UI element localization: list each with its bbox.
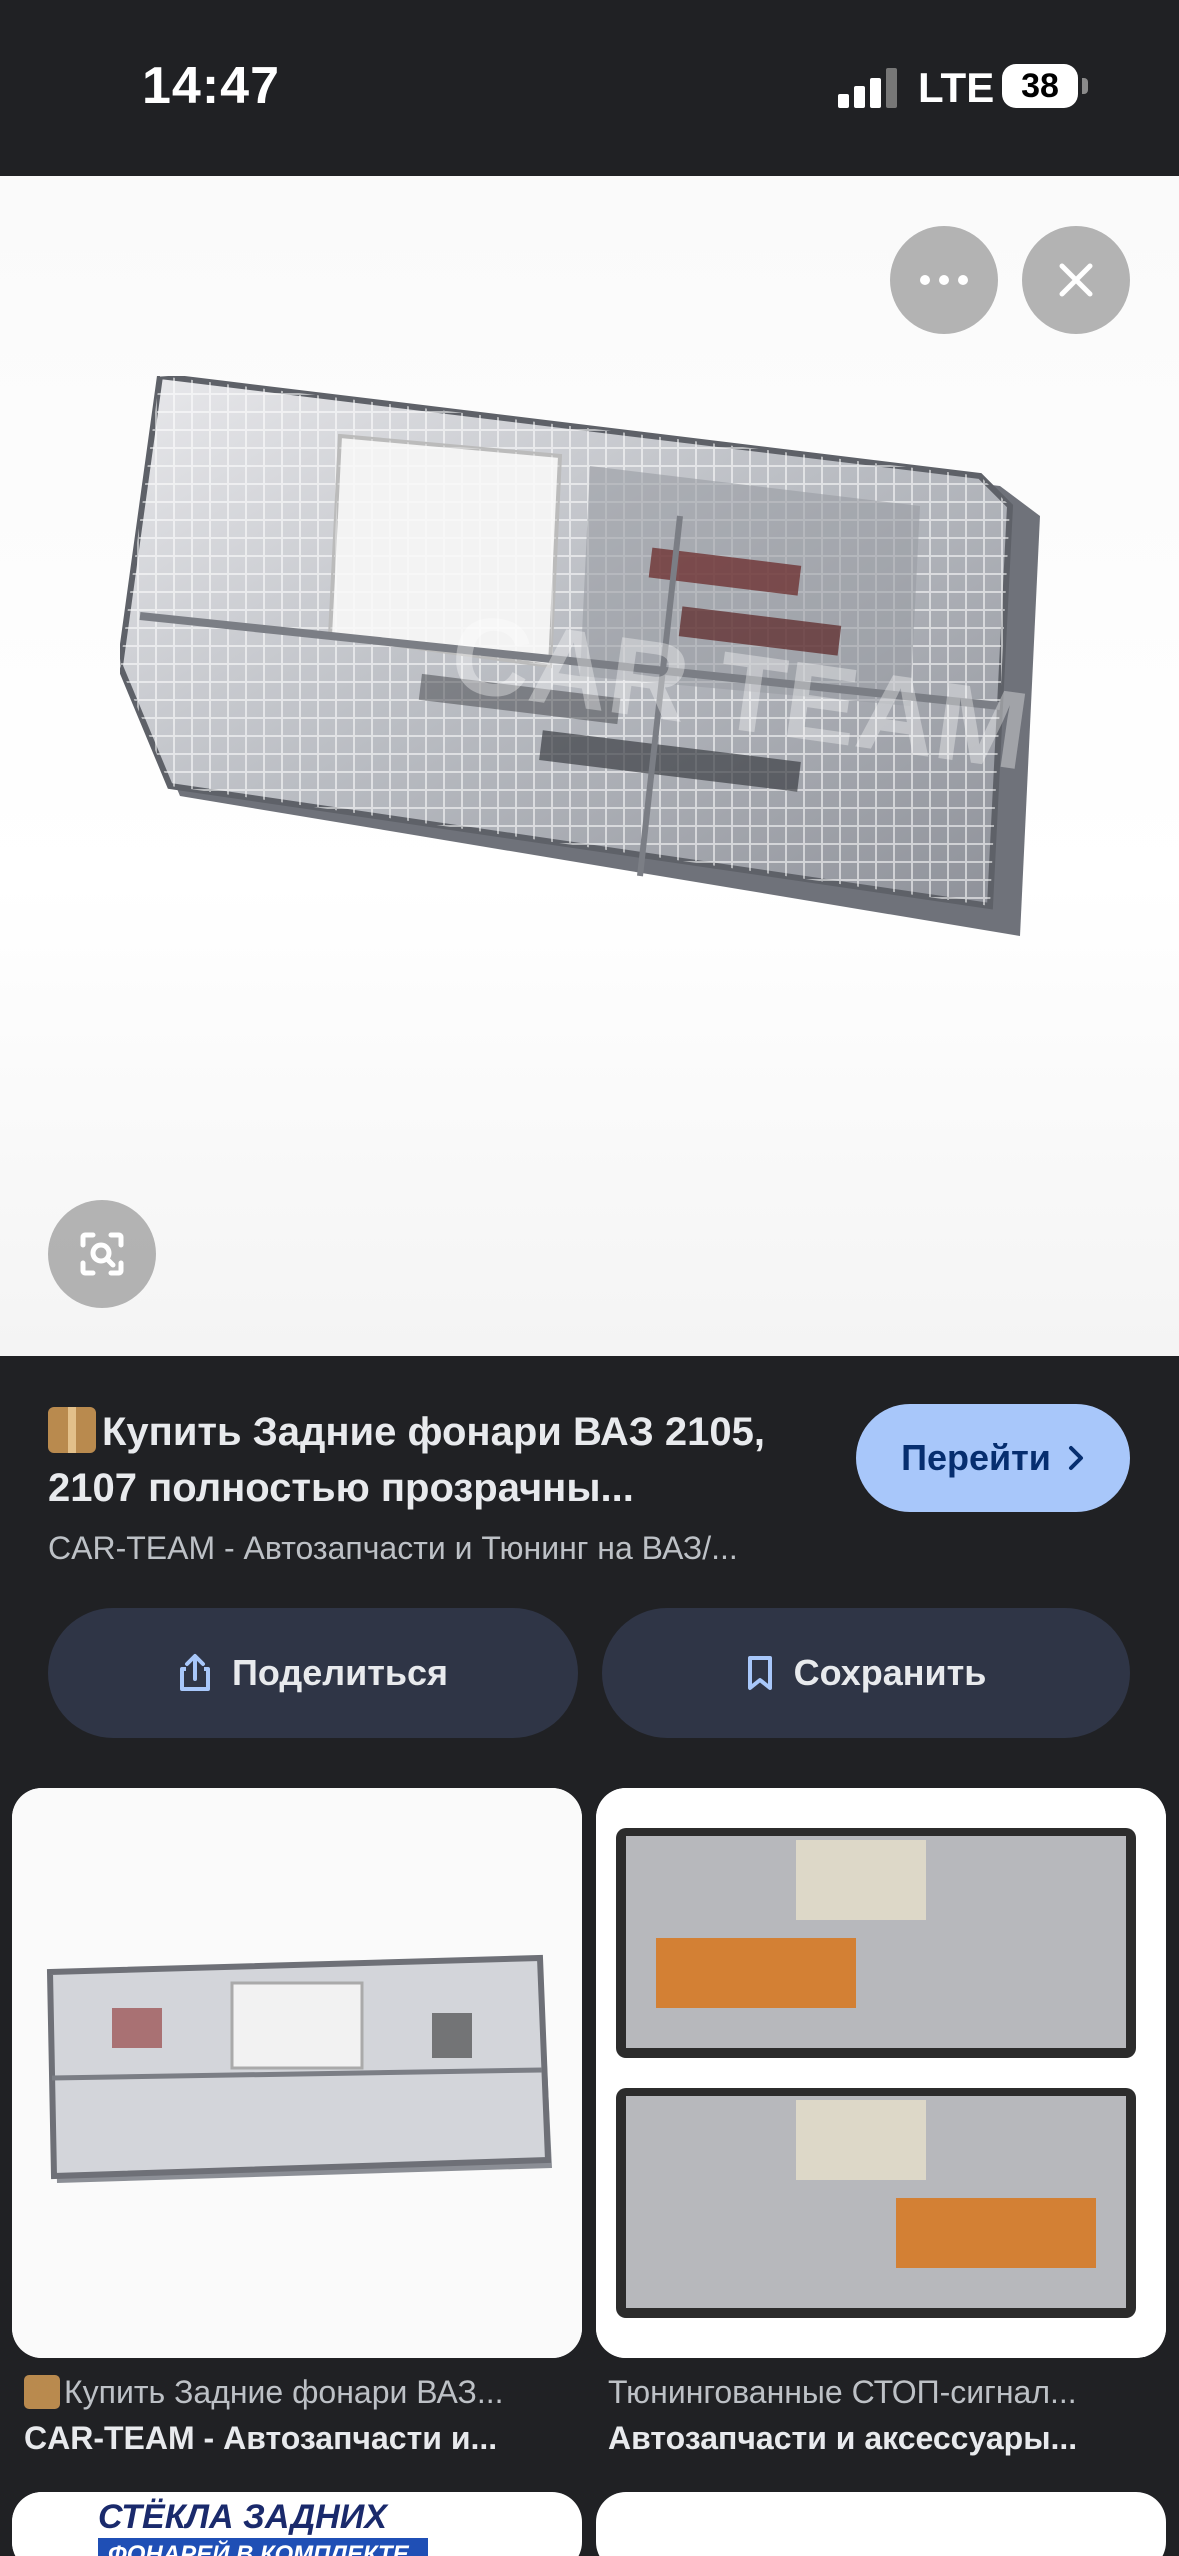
status-bar: 14:47 LTE 38 [0, 0, 1179, 176]
network-type: LTE [918, 64, 995, 111]
related-source-2[interactable]: Автозапчасти и аксессуары... [608, 2420, 1168, 2457]
save-button[interactable]: Сохранить [602, 1608, 1130, 1738]
result-title-text: Купить Задние фонари ВАЗ 2105, 2107 полн… [48, 1410, 766, 1510]
related-title-2[interactable]: Тюнингованные СТОП-сигнал... [608, 2374, 1168, 2411]
tail-light-thumbnail [12, 1788, 582, 2358]
chevron-right-icon [1068, 1446, 1083, 1470]
package-icon [24, 2375, 60, 2409]
related-image-4[interactable] [596, 2492, 1166, 2556]
lens-search-button[interactable] [48, 1200, 156, 1308]
visit-button-label: Перейти [901, 1437, 1051, 1478]
related-title-1-text: Купить Задние фонари ВАЗ... [64, 2374, 504, 2410]
lens-icon [80, 1232, 124, 1276]
close-icon [1059, 263, 1093, 297]
visit-button[interactable]: Перейти [856, 1404, 1130, 1512]
related-image-1[interactable] [12, 1788, 582, 2358]
banner-line-1: СТЁКЛА ЗАДНИХ [98, 2498, 387, 2536]
result-source[interactable]: CAR-TEAM - Автозапчасти и Тюнинг на ВАЗ/… [48, 1530, 848, 1567]
share-icon [179, 1654, 210, 1691]
save-label: Сохранить [793, 1652, 987, 1693]
promo-banner: СТЁКЛА ЗАДНИХ ФОНАРЕЙ В КОМПЛЕКТЕ [12, 2492, 432, 2556]
close-button[interactable] [1022, 226, 1130, 334]
signal-icon [838, 68, 898, 108]
banner-line-2: ФОНАРЕЙ В КОМПЛЕКТЕ [98, 2538, 428, 2556]
related-image-2[interactable] [596, 1788, 1166, 2358]
hero-image[interactable]: CAR TEAM [0, 176, 1179, 1356]
related-source-1[interactable]: CAR-TEAM - Автозапчасти и... [24, 2420, 584, 2457]
package-icon [48, 1407, 96, 1453]
battery-tip [1082, 78, 1088, 94]
related-title-1[interactable]: Купить Задние фонари ВАЗ... [24, 2374, 584, 2411]
tail-light-pair-thumbnail [596, 1788, 1166, 2358]
share-label: Поделиться [231, 1652, 449, 1693]
tail-light-image: CAR TEAM [120, 376, 1040, 936]
share-button[interactable]: Поделиться [48, 1608, 578, 1738]
bookmark-icon [747, 1656, 772, 1690]
related-image-3[interactable]: СТЁКЛА ЗАДНИХ ФОНАРЕЙ В КОМПЛЕКТЕ [12, 2492, 582, 2556]
ellipsis-icon [920, 275, 968, 285]
result-title[interactable]: Купить Задние фонари ВАЗ 2105, 2107 полн… [48, 1404, 848, 1516]
status-time: 14:47 [142, 57, 280, 115]
battery-icon: 38 [1002, 64, 1078, 108]
more-options-button[interactable] [890, 226, 998, 334]
